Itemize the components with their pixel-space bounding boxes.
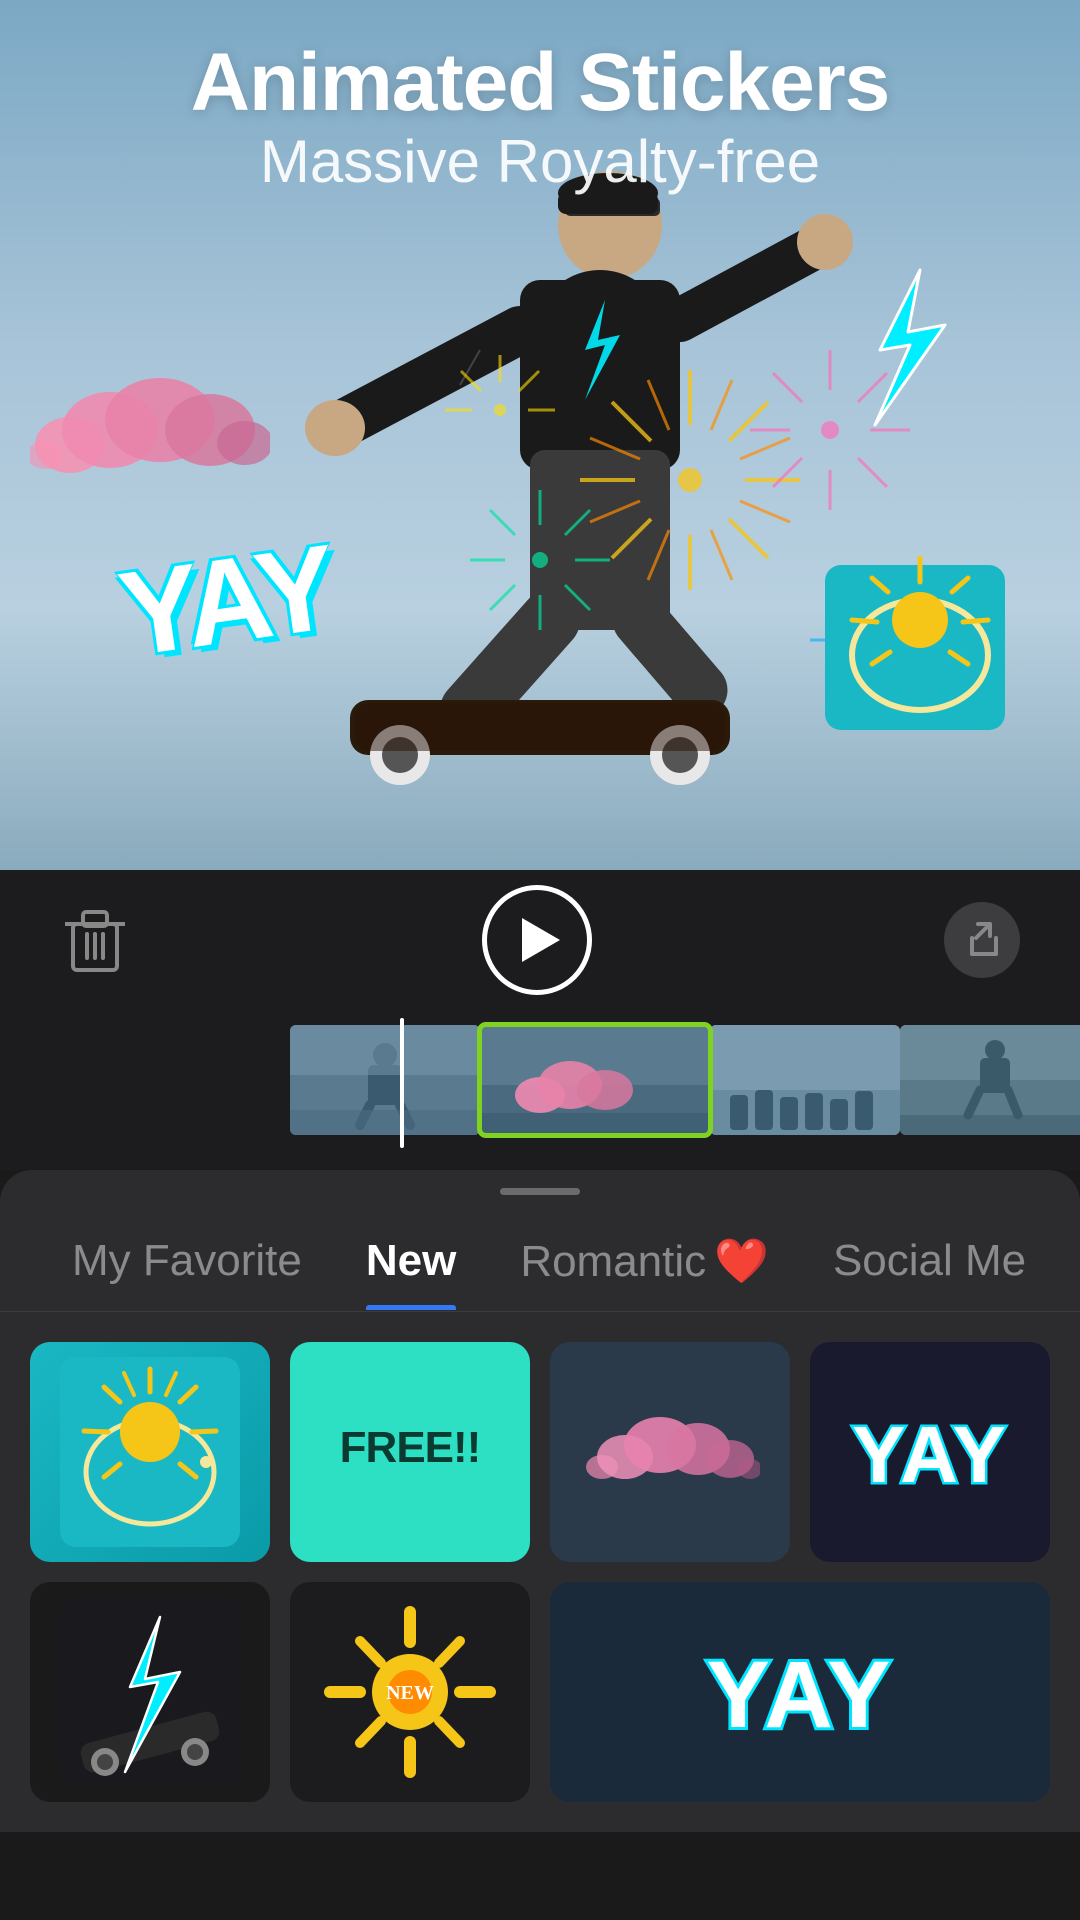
sticker-explosion[interactable]: NEW	[290, 1582, 530, 1802]
lightning-sticker-hero	[850, 260, 960, 435]
timeline-cursor	[400, 1018, 404, 1148]
hero-main-title: Animated Stickers	[0, 40, 1080, 126]
sticker-sunburst[interactable]	[30, 1342, 270, 1562]
hero-sub-title: Massive Royalty-free	[0, 126, 1080, 198]
sunburst-sticker-hero	[820, 540, 1020, 740]
cloud-sticker-hero	[30, 365, 270, 490]
tab-social-me[interactable]: Social Me	[801, 1226, 1058, 1310]
clip-2-selected[interactable]	[480, 1025, 710, 1135]
tab-new[interactable]: New	[334, 1226, 488, 1310]
tab-bar: My Favorite New Romantic❤️ Social Me	[0, 1195, 1080, 1312]
delete-button[interactable]	[60, 905, 130, 975]
svg-text:FREE!!: FREE!!	[340, 1423, 481, 1472]
tab-my-favorite[interactable]: My Favorite	[40, 1226, 334, 1310]
clip-4[interactable]	[900, 1025, 1080, 1135]
timeline-track	[0, 1020, 1080, 1140]
share-button[interactable]	[944, 902, 1020, 978]
drag-handle[interactable]	[500, 1188, 580, 1195]
svg-text:NEW: NEW	[386, 1682, 434, 1704]
sticker-lightning-board[interactable]	[30, 1582, 270, 1802]
hero-title: Animated Stickers Massive Royalty-free	[0, 40, 1080, 198]
hero-section: Animated Stickers Massive Royalty-free Y…	[0, 0, 1080, 870]
yay-sticker-hero: YAY	[111, 518, 341, 684]
heart-icon: ❤️	[714, 1237, 769, 1286]
svg-text:YAY: YAY	[852, 1410, 1008, 1499]
sticker-yay-2[interactable]: YAY	[550, 1582, 1050, 1802]
clip-1[interactable]	[290, 1025, 480, 1135]
controls-bar	[0, 870, 1080, 1010]
play-button[interactable]	[482, 885, 592, 995]
sticker-yay-cell[interactable]: YAY	[810, 1342, 1050, 1562]
tab-romantic[interactable]: Romantic❤️	[488, 1225, 801, 1311]
timeline[interactable]	[0, 1010, 1080, 1170]
sticker-free[interactable]: FREE!!	[290, 1342, 530, 1562]
bottom-panel: My Favorite New Romantic❤️ Social Me	[0, 1170, 1080, 1832]
sticker-grid: FREE!! YAY	[0, 1312, 1080, 1832]
play-icon	[522, 918, 560, 962]
sticker-pink-smoke[interactable]	[550, 1342, 790, 1562]
clip-3[interactable]	[710, 1025, 900, 1135]
svg-text:YAY: YAY	[707, 1642, 894, 1748]
